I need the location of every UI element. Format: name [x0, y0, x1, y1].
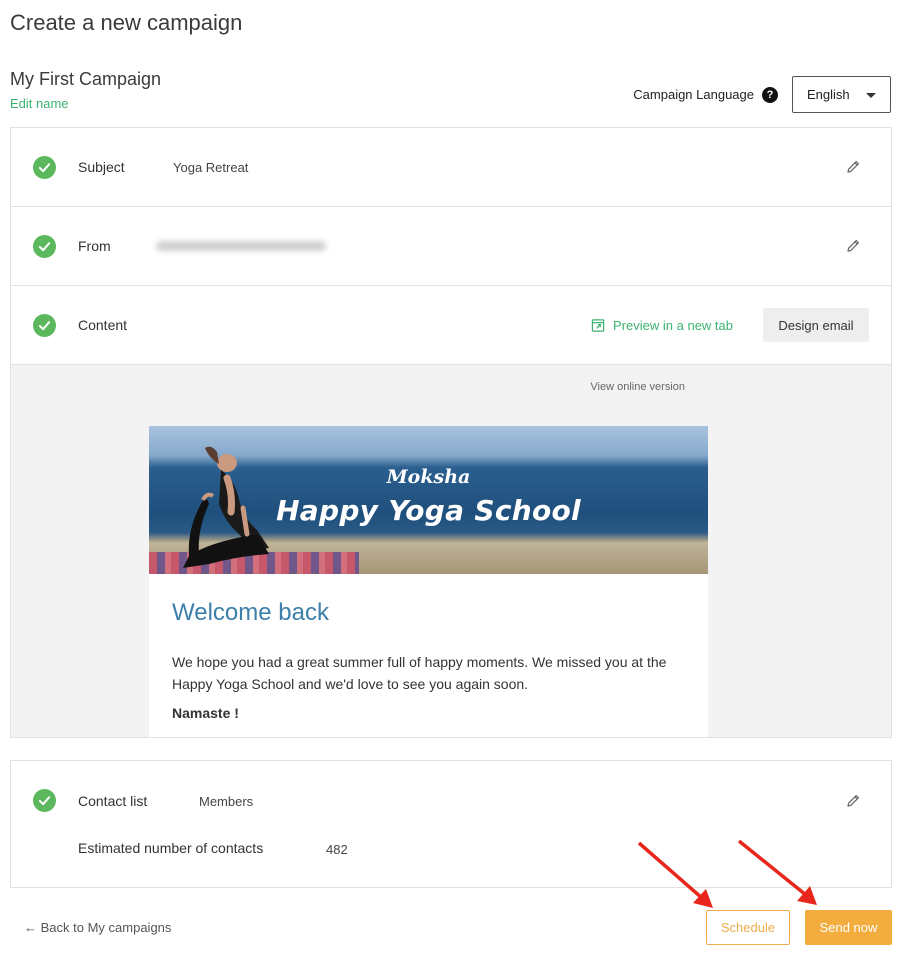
subject-row: Subject Yoga Retreat — [11, 128, 891, 207]
preview-in-new-tab-link[interactable]: Preview in a new tab — [591, 318, 733, 333]
banner-brand-title: Happy Yoga School — [276, 494, 581, 527]
email-preview: View online version Moksha Happy Yoga Sc… — [11, 365, 891, 737]
external-preview-icon — [591, 318, 605, 332]
campaign-name: My First Campaign — [10, 69, 162, 89]
content-label: Content — [78, 317, 128, 333]
redacted-sender-email — [156, 241, 326, 251]
pencil-icon[interactable] — [845, 793, 861, 809]
contact-list-row: Contact list Members — [11, 788, 891, 814]
banner-brand-script: Moksha — [386, 466, 471, 488]
arrow-left-icon: ← — [24, 920, 37, 935]
email-body: Moksha Happy Yoga School Welcome back We… — [149, 426, 708, 737]
campaign-settings-card: Subject Yoga Retreat From Content Previe… — [10, 127, 892, 738]
language-select[interactable]: English — [792, 76, 891, 113]
pencil-icon[interactable] — [845, 238, 861, 254]
subject-label: Subject — [78, 159, 125, 175]
back-label: Back to My campaigns — [40, 920, 172, 935]
view-online-version-link[interactable]: View online version — [590, 381, 685, 393]
pencil-icon[interactable] — [845, 159, 861, 175]
contact-list-card: Contact list Members Estimated number of… — [10, 760, 892, 888]
estimated-contacts-label: Estimated number of contacts — [78, 840, 264, 856]
chevron-down-icon — [866, 93, 876, 98]
campaign-language: Campaign Language ? English — [633, 76, 891, 113]
estimated-contacts-value: 482 — [326, 842, 348, 857]
contact-list-label: Contact list — [78, 793, 148, 809]
email-banner-image: Moksha Happy Yoga School — [149, 426, 708, 574]
preview-label: Preview in a new tab — [613, 317, 733, 333]
language-select-value: English — [807, 87, 850, 102]
check-icon — [33, 155, 56, 179]
check-icon — [33, 789, 56, 812]
send-now-button[interactable]: Send now — [805, 910, 892, 945]
back-to-campaigns-link[interactable]: ← Back to My campaigns — [24, 920, 171, 935]
schedule-button[interactable]: Schedule — [706, 910, 790, 945]
design-email-button[interactable]: Design email — [763, 308, 869, 342]
help-icon[interactable]: ? — [762, 86, 778, 103]
campaign-language-label: Campaign Language — [633, 87, 754, 102]
from-label: From — [78, 238, 111, 254]
subject-value: Yoga Retreat — [173, 159, 249, 175]
contact-list-value: Members — [199, 793, 254, 809]
email-heading: Welcome back — [172, 599, 329, 626]
edit-name-link[interactable]: Edit name — [10, 96, 69, 111]
check-icon — [33, 313, 56, 337]
content-row: Content Preview in a new tab Design emai… — [11, 286, 891, 365]
email-body-text: We hope you had a great summer full of h… — [172, 654, 667, 692]
page-title: Create a new campaign — [10, 10, 243, 35]
from-row: From — [11, 207, 891, 286]
email-sign-off: Namaste ! — [172, 705, 239, 721]
check-icon — [33, 234, 56, 258]
